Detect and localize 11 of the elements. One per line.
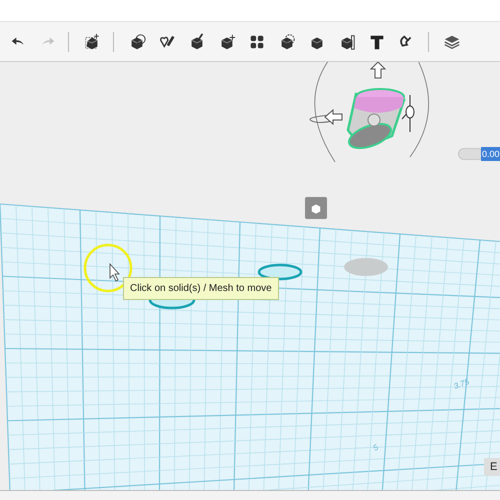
- cursor-icon: [110, 262, 120, 282]
- grid-label: 5: [372, 442, 380, 453]
- click-highlight-ring: [84, 244, 132, 292]
- tooltip: Click on solid(s) / Mesh to move: [123, 277, 279, 300]
- value-field[interactable]: 0.00: [481, 147, 500, 161]
- text-tool-icon: [368, 32, 386, 50]
- grid-label: 3.75: [452, 377, 470, 391]
- object-menu-button[interactable]: [305, 197, 327, 219]
- corner-button[interactable]: E: [484, 458, 500, 476]
- shadow-drawing: [344, 258, 388, 276]
- cylinder-drawing: [346, 88, 406, 150]
